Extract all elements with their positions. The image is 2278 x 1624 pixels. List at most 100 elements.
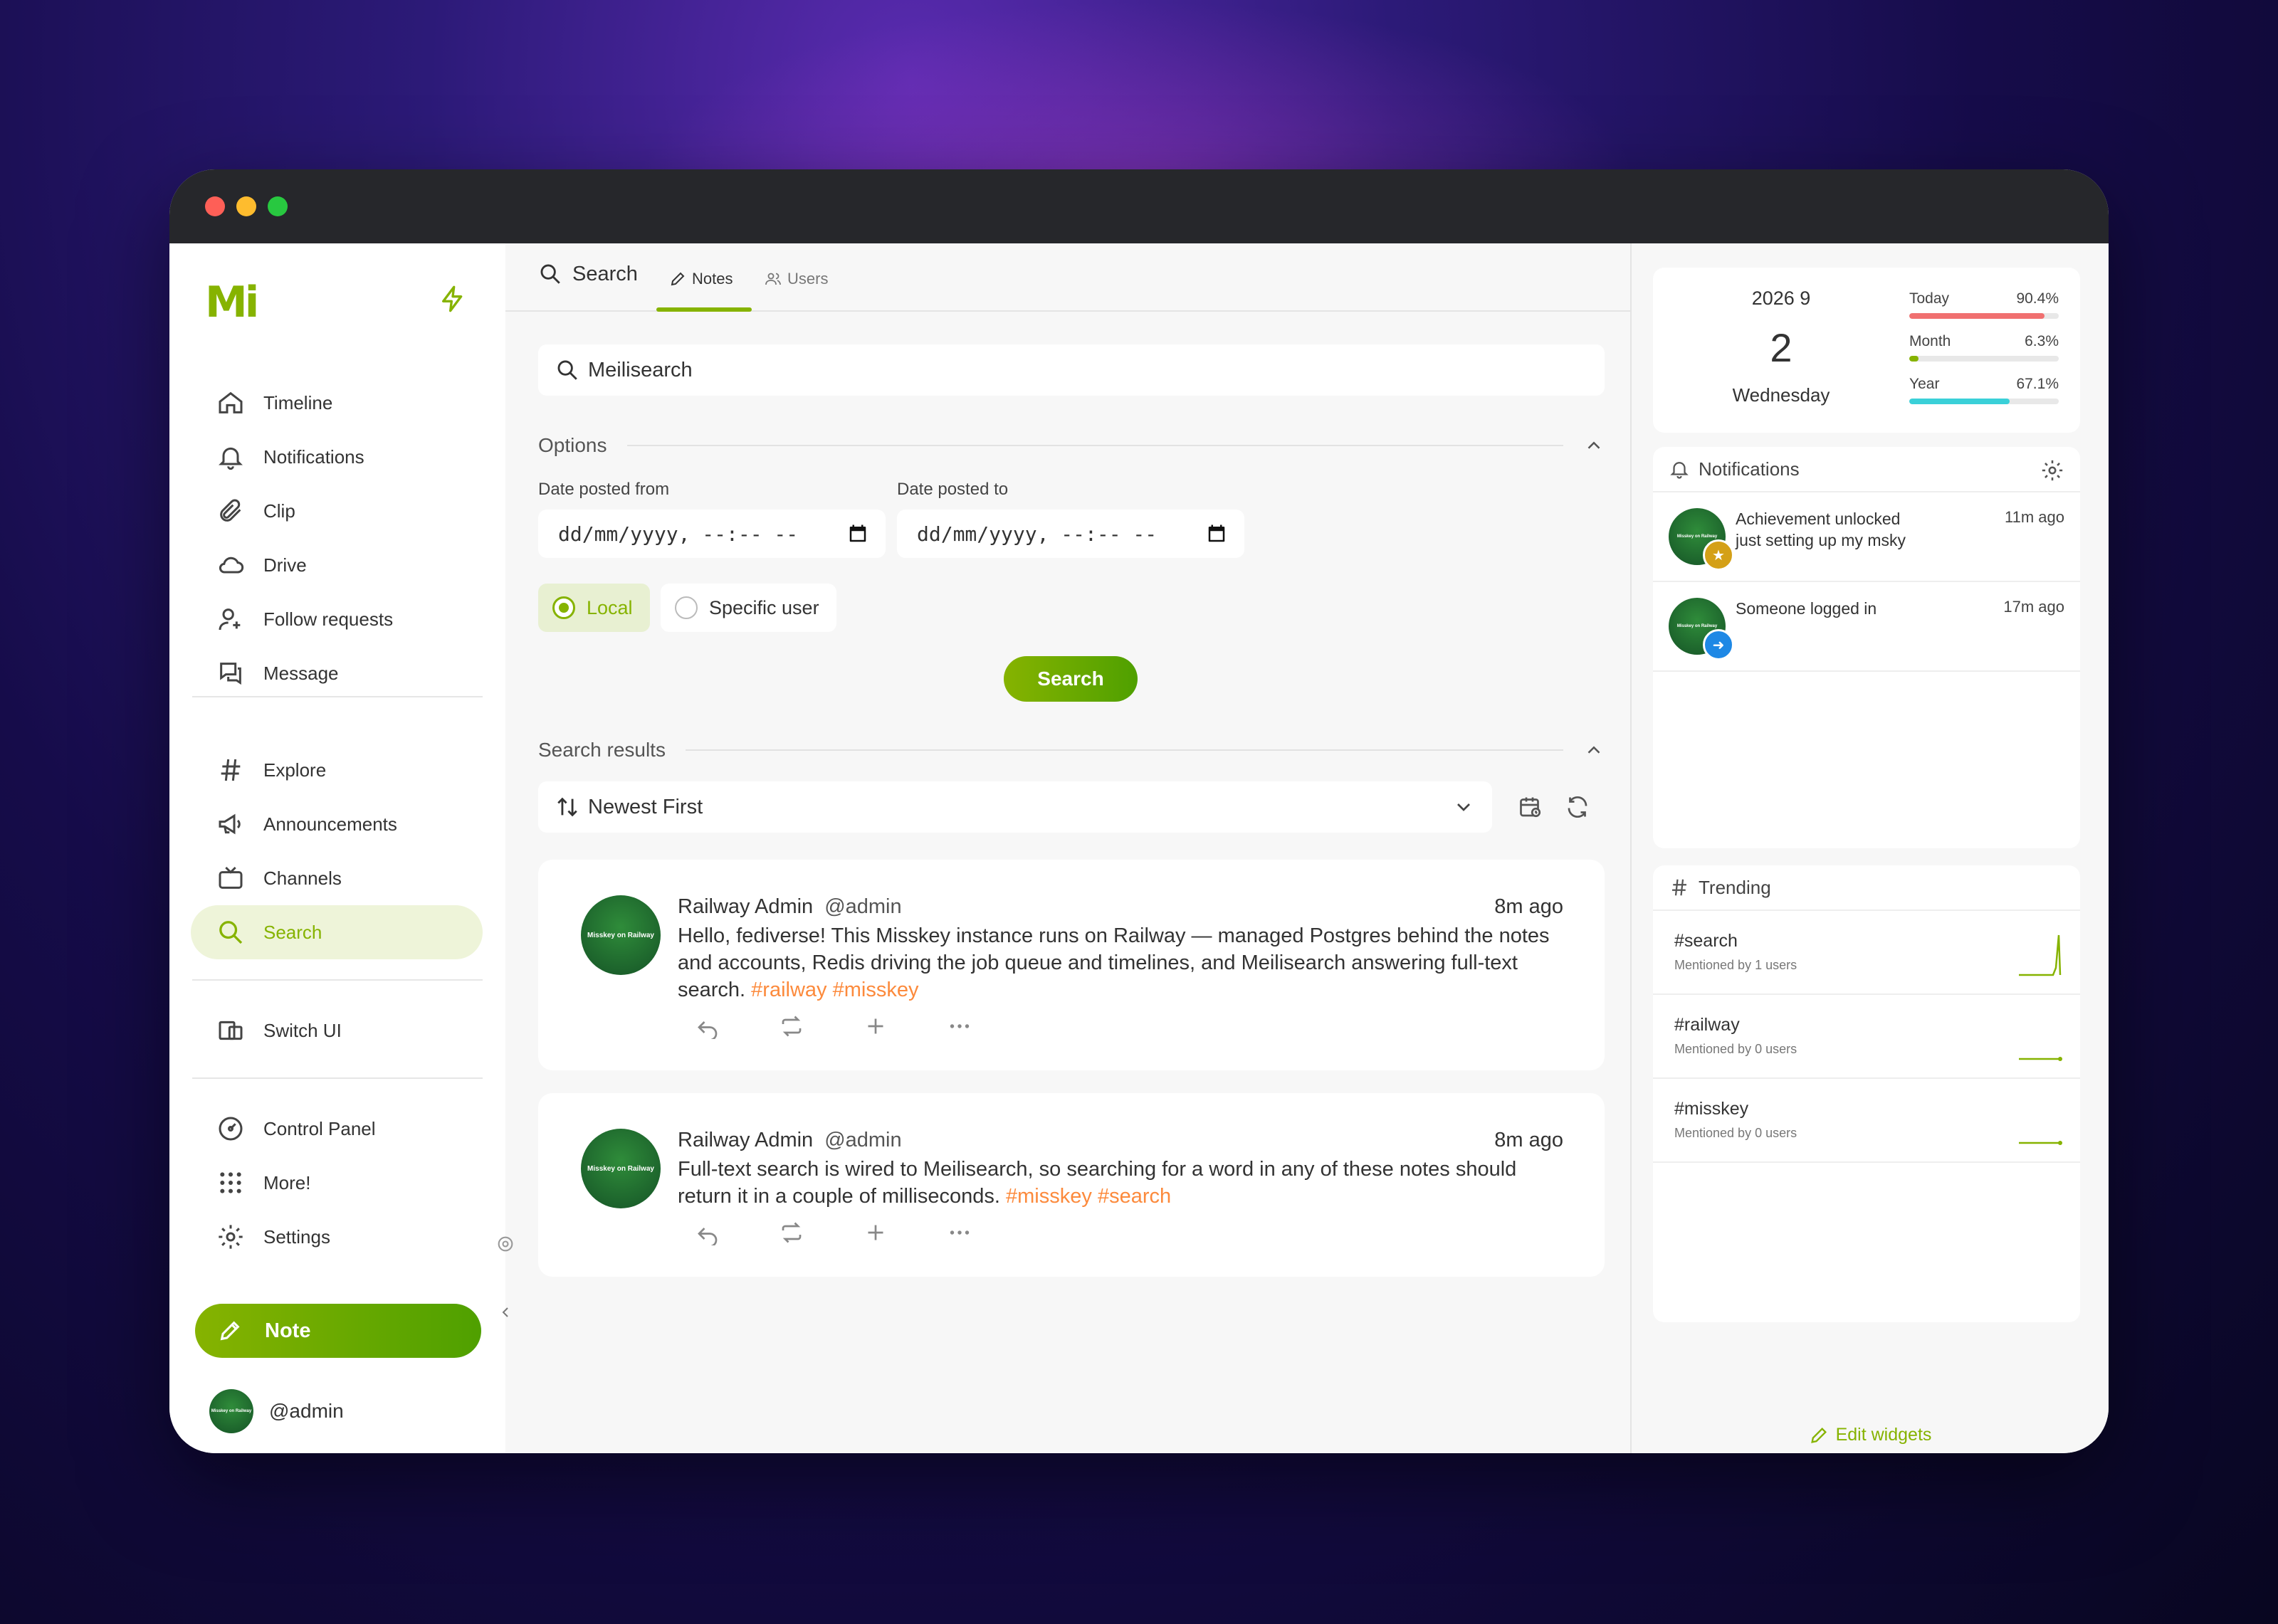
note-text: Hello, fediverse! This Misskey instance … [678,922,1563,1003]
sidebar-item-switch-ui[interactable]: Switch UI [191,1003,483,1058]
more-icon[interactable] [947,1220,972,1245]
sort-select[interactable]: Newest First [538,781,1492,833]
progress-bar [1909,356,2059,362]
sidebar-item-follow-requests[interactable]: Follow requests [191,592,483,646]
chevron-up-icon[interactable] [1583,435,1605,456]
plus-icon[interactable] [863,1220,888,1245]
results-section-header[interactable]: Search results [538,739,1605,761]
note-author-username[interactable]: @admin [824,1129,901,1151]
pencil-icon [669,270,686,288]
date-to-field[interactable]: dd/mm/yyyy, --:-- -- [897,510,1244,558]
compose-note-button[interactable]: Note [195,1304,481,1358]
gear-icon [216,1223,245,1251]
plus-icon[interactable] [863,1013,888,1039]
sidebar-item-message[interactable]: Message [191,646,483,700]
calendar-year-month: 2026 9 [1751,288,1811,309]
maximize-window-button[interactable] [268,196,288,216]
account-menu[interactable]: Misskey on Railway @admin [209,1389,344,1433]
sidebar-item-explore[interactable]: Explore [191,743,483,797]
search-icon [555,358,579,382]
search-input[interactable]: Meilisearch [538,344,1605,396]
trending-item[interactable]: #search Mentioned by 1 users [1653,911,2080,995]
sidebar-item-label: Message [263,662,339,684]
home-icon [216,389,245,417]
note-time[interactable]: 8m ago [1494,1129,1563,1152]
note-author-name[interactable]: Railway Admin [678,895,813,918]
grid-dots-icon [216,1169,245,1197]
hashtag-link[interactable]: #misskey [833,979,919,1001]
sidebar-item-label: Search [263,921,322,943]
trending-item[interactable]: #misskey Mentioned by 0 users [1653,1079,2080,1163]
notification-item[interactable]: Misskey on Railway ➜ Someone logged in 1… [1653,582,2080,672]
reply-icon[interactable] [695,1013,720,1039]
calendar-icon[interactable] [847,523,868,544]
avatar[interactable]: Misskey on Railway [581,895,661,975]
minimize-window-button[interactable] [236,196,256,216]
calendar-icon[interactable] [1206,523,1227,544]
note-card[interactable]: Misskey on Railway Railway Admin @admin 8… [538,860,1605,1070]
sidebar-item-label: Clip [263,500,295,522]
reply-icon[interactable] [695,1220,720,1245]
misskey-logo[interactable]: Mi [205,278,259,327]
avatar[interactable]: Misskey on Railway [581,1129,661,1208]
pencil-icon [1809,1425,1829,1445]
lightning-icon[interactable] [439,285,467,313]
avatar: Misskey on Railway [209,1389,253,1433]
refresh-icon[interactable] [1565,794,1590,820]
sidebar-item-announcements[interactable]: Announcements [191,797,483,851]
calendar-weekday: Wednesday [1732,384,1830,406]
hash-icon [1669,877,1690,898]
more-icon[interactable] [947,1013,972,1039]
sidebar-item-search[interactable]: Search [191,905,483,959]
compose-note-label: Note [265,1319,311,1342]
sidebar-item-label: Drive [263,554,307,576]
renote-icon[interactable] [779,1220,804,1245]
hashtag-link[interactable]: #railway [751,979,826,1001]
note-author-username[interactable]: @admin [824,895,901,918]
scope-specific-user-radio[interactable]: Specific user [661,584,836,632]
widget-toggle-icon[interactable] [495,1234,515,1254]
progress-bar [1909,399,2059,404]
sidebar-item-clip[interactable]: Clip [191,484,483,538]
notification-detail: just setting up my msky [1736,531,1906,549]
search-icon [216,918,245,947]
sidebar-item-label: More! [263,1171,311,1193]
gear-icon[interactable] [2040,458,2064,483]
sidebar-item-control-panel[interactable]: Control Panel [191,1102,483,1156]
sidebar-item-more[interactable]: More! [191,1156,483,1210]
sidebar: Mi Timeline Notifications Clip Drive Fol… [169,243,505,1453]
sidebar-item-settings[interactable]: Settings [191,1210,483,1264]
tab-notes[interactable]: Notes [669,265,733,293]
date-from-field[interactable]: dd/mm/yyyy, --:-- -- [538,510,886,558]
sidebar-item-drive[interactable]: Drive [191,538,483,592]
renote-icon[interactable] [779,1013,804,1039]
calendar-filter-icon[interactable] [1518,794,1543,820]
hashtag-link[interactable]: #search [1098,1185,1171,1208]
users-icon [765,270,782,288]
login-icon: ➜ [1703,629,1734,660]
options-section-header[interactable]: Options [538,434,1605,457]
sidebar-item-timeline[interactable]: Timeline [191,376,483,430]
message-icon [216,659,245,687]
date-from-value: dd/mm/yyyy, --:-- -- [558,522,799,546]
sidebar-item-notifications[interactable]: Notifications [191,430,483,484]
chevron-up-icon[interactable] [1583,739,1605,761]
tab-users[interactable]: Users [765,265,828,293]
sidebar-item-label: Explore [263,759,327,781]
progress-value: 90.4% [2016,290,2059,307]
hashtag-link[interactable]: #misskey [1006,1185,1092,1208]
close-window-button[interactable] [205,196,225,216]
tv-icon [216,864,245,892]
notification-item[interactable]: Misskey on Railway ★ Achievement unlocke… [1653,492,2080,582]
edit-widgets-button[interactable]: Edit widgets [1632,1425,2109,1445]
note-time[interactable]: 8m ago [1494,895,1563,919]
note-card[interactable]: Misskey on Railway Railway Admin @admin 8… [538,1093,1605,1277]
chevron-left-icon[interactable] [497,1304,514,1321]
trending-item[interactable]: #railway Mentioned by 0 users [1653,995,2080,1079]
sidebar-item-channels[interactable]: Channels [191,851,483,905]
progress-value: 6.3% [2025,333,2059,349]
trending-count: Mentioned by 1 users [1674,958,1797,972]
note-author-name[interactable]: Railway Admin [678,1129,813,1151]
search-submit-button[interactable]: Search [1004,656,1138,702]
scope-local-radio[interactable]: Local [538,584,650,632]
